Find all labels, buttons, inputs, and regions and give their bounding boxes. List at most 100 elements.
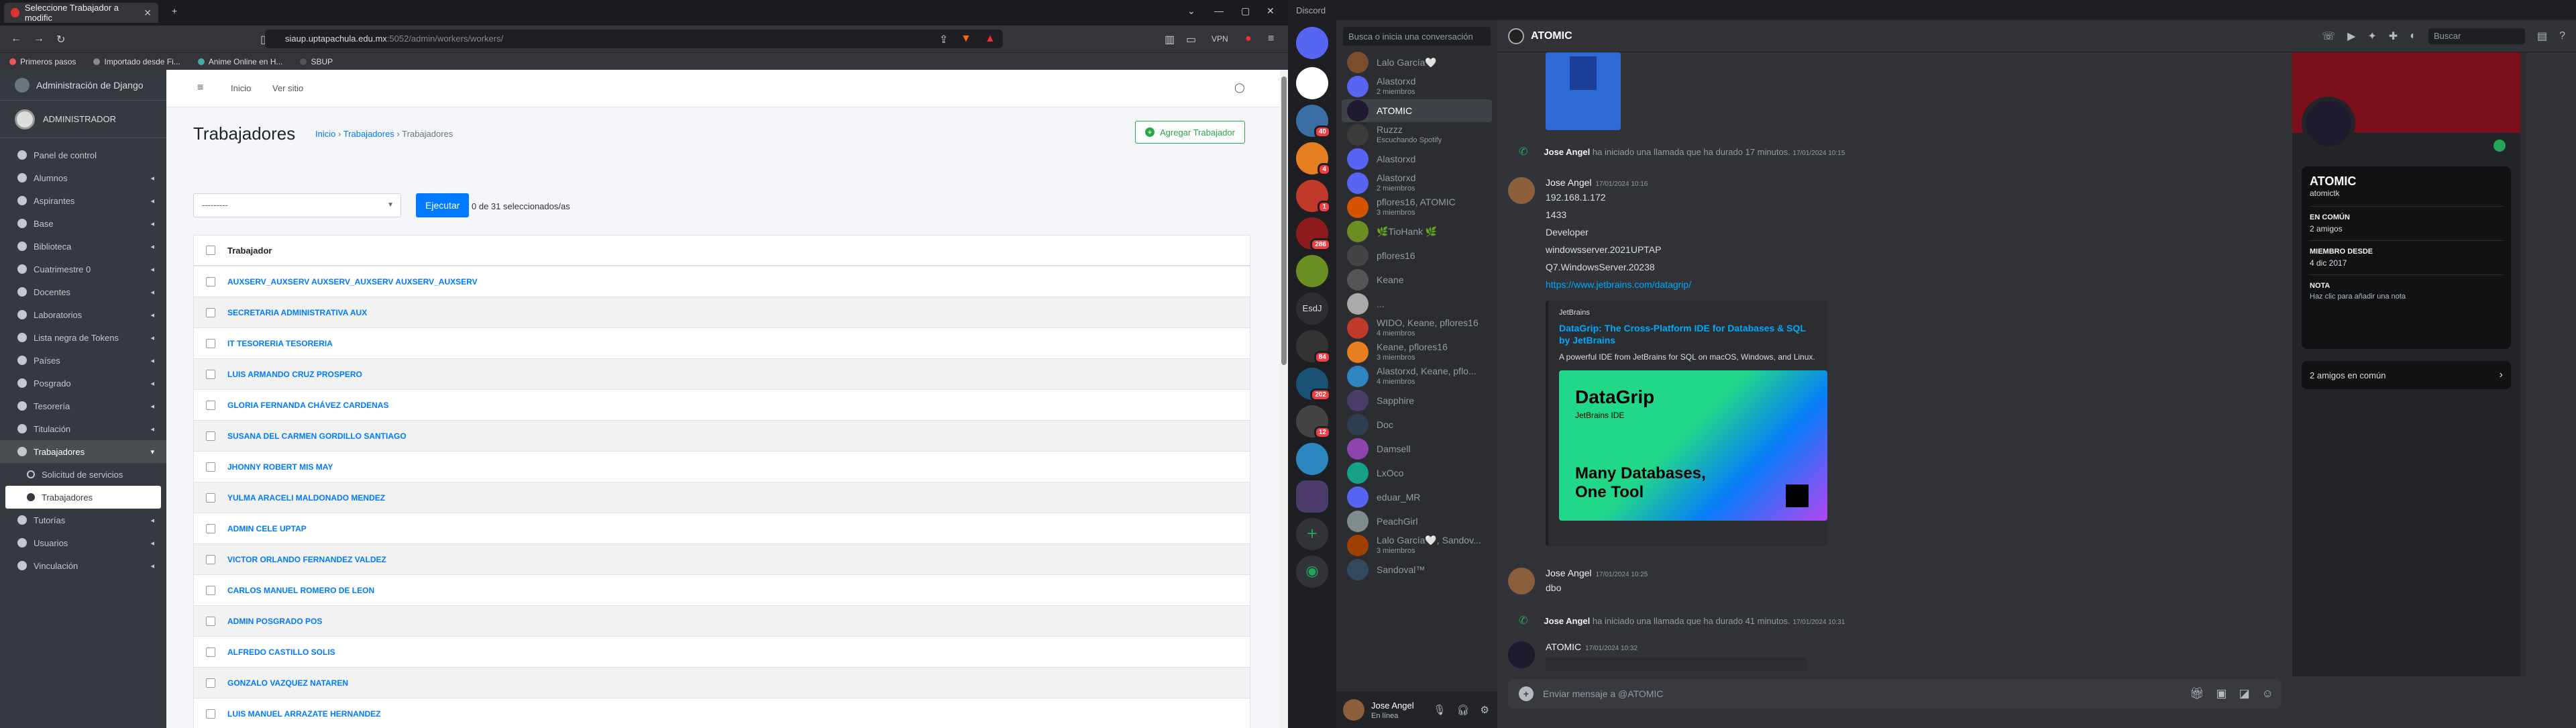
maximize-icon[interactable]: ▢ xyxy=(1241,5,1250,17)
common-friends[interactable]: 2 amigos xyxy=(2310,224,2503,233)
worker-link[interactable]: AUXSERV_AUXSERV AUXSERV_AUXSERV AUXSERV_… xyxy=(227,277,478,287)
worker-link[interactable]: IT TESORERIA TESORERIA xyxy=(227,339,333,348)
sidebar-item[interactable]: Base ◂ xyxy=(0,212,166,235)
server-folder-icon[interactable] xyxy=(1296,480,1328,513)
extension-icon[interactable]: ● xyxy=(1245,33,1252,45)
worker-link[interactable]: ADMIN POSGRADO POS xyxy=(227,617,322,626)
action-select[interactable]: --------- ▼ xyxy=(193,193,401,217)
dm-item[interactable]: Keane, pflores16 3 miembros xyxy=(1342,341,1492,364)
sidebar-item[interactable]: Panel de control xyxy=(0,144,166,166)
sidebar-item[interactable]: Cuatrimestre 0 ◂ xyxy=(0,258,166,280)
vpn-button[interactable]: VPN xyxy=(1212,34,1228,44)
close-window-icon[interactable]: ✕ xyxy=(1267,5,1275,17)
new-tab-icon[interactable]: + xyxy=(172,5,177,16)
call-author[interactable]: Jose Angel xyxy=(1544,616,1590,626)
close-tab-icon[interactable]: ✕ xyxy=(144,7,152,19)
gift-icon[interactable]: 🎁︎ xyxy=(2190,687,2204,700)
profile-avatar[interactable] xyxy=(2302,97,2355,150)
note-input[interactable]: Haz clic para añadir una nota xyxy=(2310,293,2503,301)
server-icon[interactable] xyxy=(1296,443,1328,475)
pin-icon[interactable]: ✦ xyxy=(2367,30,2376,43)
worker-link[interactable]: SECRETARIA ADMINISTRATIVA AUX xyxy=(227,308,367,317)
message-author[interactable]: Jose Angel xyxy=(1546,568,1592,578)
sidebar-item[interactable]: Docentes ◂ xyxy=(0,280,166,303)
embed-title[interactable]: DataGrip: The Cross-Platform IDE for Dat… xyxy=(1559,322,1817,346)
row-checkbox[interactable] xyxy=(206,276,215,287)
column-header[interactable]: Trabajador xyxy=(227,246,272,256)
dm-item[interactable]: 🌿TioHank 🌿 xyxy=(1342,220,1492,243)
sidebar-item[interactable]: Titulación ◂ xyxy=(0,417,166,440)
bookmark-item[interactable]: Importado desde Fi... xyxy=(93,57,180,66)
dm-item[interactable]: eduar_MR xyxy=(1342,486,1492,509)
row-checkbox[interactable] xyxy=(206,307,215,317)
row-checkbox[interactable] xyxy=(206,647,215,657)
avatar[interactable] xyxy=(1508,568,1535,594)
dm-item[interactable]: pflores16, ATOMIC 3 miembros xyxy=(1342,196,1492,219)
sidebar-item[interactable]: Vinculación ◂ xyxy=(0,554,166,577)
sidebar-item[interactable]: Tesorería ◂ xyxy=(0,395,166,417)
forward-icon[interactable]: → xyxy=(34,33,44,45)
help-icon[interactable]: ? xyxy=(2559,30,2565,42)
sidebar-item[interactable]: Aspirantes ◂ xyxy=(0,189,166,212)
back-icon[interactable]: ← xyxy=(11,33,21,45)
dm-item[interactable]: ... xyxy=(1342,293,1492,315)
share-icon[interactable]: ⇪ xyxy=(939,33,948,46)
list-tabs-icon[interactable]: ⌄ xyxy=(1187,5,1195,17)
menu-toggle-icon[interactable]: ≡ xyxy=(197,82,203,94)
row-checkbox[interactable] xyxy=(206,709,215,719)
rewards-icon[interactable]: ▲ xyxy=(985,33,996,45)
worker-link[interactable]: LUIS MANUEL ARRAZATE HERNANDEZ xyxy=(227,709,380,719)
message-link[interactable]: https://www.jetbrains.com/datagrip/ xyxy=(1546,279,1691,290)
user-profile-icon[interactable]: ◐ xyxy=(2410,30,2416,42)
embed-provider[interactable]: JetBrains xyxy=(1559,309,1817,317)
row-checkbox[interactable] xyxy=(206,523,215,533)
run-action-button[interactable]: Ejecutar xyxy=(416,193,470,217)
dm-item[interactable]: Alastorxd xyxy=(1342,148,1492,170)
bookmark-item[interactable]: Anime Online en H... xyxy=(197,57,282,66)
server-icon[interactable]: 84 xyxy=(1296,330,1331,364)
row-checkbox[interactable] xyxy=(206,492,215,503)
avatar[interactable] xyxy=(1343,698,1364,721)
message-input[interactable]: + Enviar mensaje a @ATOMIC 🎁︎ ▣ ◪ ☺ xyxy=(1508,679,2282,709)
worker-link[interactable]: VICTOR ORLANDO FERNANDEZ VALDEZ xyxy=(227,555,386,564)
voice-call-icon[interactable]: ☏ xyxy=(2322,30,2335,43)
wallet-icon[interactable]: ▭ xyxy=(1186,33,1196,46)
add-worker-button[interactable]: + Agregar Trabajador xyxy=(1134,121,1245,144)
add-server-icon[interactable]: + xyxy=(1296,518,1328,550)
dm-item[interactable]: WIDO, Keane, pflores16 4 miembros xyxy=(1342,317,1492,340)
sidebar-item[interactable]: Posgrado ◂ xyxy=(0,372,166,395)
user-menu-icon[interactable]: ◯ xyxy=(1234,82,1245,93)
dm-item[interactable]: Alastorxd 2 miembros xyxy=(1342,172,1492,195)
worker-link[interactable]: LUIS ARMANDO CRUZ PROSPERO xyxy=(227,370,362,379)
topnav-home-link[interactable]: Inicio xyxy=(231,83,251,93)
server-icon[interactable] xyxy=(1296,67,1328,99)
dm-item[interactable]: Sapphire xyxy=(1342,389,1492,412)
worker-link[interactable]: ADMIN CELE UPTAP xyxy=(227,524,307,533)
dm-item[interactable]: Keane xyxy=(1342,268,1492,291)
bookmark-item[interactable]: Primeros pasos xyxy=(9,57,76,66)
explore-servers-icon[interactable]: ◉ xyxy=(1296,556,1328,588)
breadcrumb-home[interactable]: Inicio xyxy=(315,129,335,139)
row-checkbox[interactable] xyxy=(206,338,215,348)
dm-item[interactable]: Alastorxd 2 miembros xyxy=(1342,75,1492,98)
server-icon[interactable]: 202 xyxy=(1296,368,1331,401)
row-checkbox[interactable] xyxy=(206,554,215,564)
browser-tab[interactable]: Seleccione Trabajador a modific ✕ xyxy=(4,3,158,23)
worker-link[interactable]: YULMA ARACELI MALDONADO MENDEZ xyxy=(227,493,385,503)
user-panel[interactable]: ADMINISTRADOR xyxy=(0,101,166,138)
video-call-icon[interactable]: ▶ xyxy=(2347,30,2355,43)
server-icon[interactable]: 1 xyxy=(1296,180,1331,213)
server-icon[interactable]: 12 xyxy=(1296,405,1331,439)
sidebar-item[interactable]: Trabajadores ▾ xyxy=(0,440,166,463)
discord-home-icon[interactable] xyxy=(1296,27,1328,59)
dm-item[interactable]: Sandoval™ xyxy=(1342,558,1492,581)
add-attachment-icon[interactable]: + xyxy=(1519,686,1534,701)
row-checkbox[interactable] xyxy=(206,400,215,410)
breadcrumb-app[interactable]: Trabajadores xyxy=(343,129,394,139)
message-author[interactable]: Jose Angel xyxy=(1546,177,1592,188)
headphones-icon[interactable]: 🎧︎ xyxy=(1457,704,1470,716)
dm-item[interactable]: PeachGirl xyxy=(1342,510,1492,533)
dm-item[interactable]: pflores16 xyxy=(1342,244,1492,267)
sidebar-subitem[interactable]: Solicitud de servicios xyxy=(0,463,166,486)
message-author[interactable]: ATOMIC xyxy=(1546,641,1581,652)
